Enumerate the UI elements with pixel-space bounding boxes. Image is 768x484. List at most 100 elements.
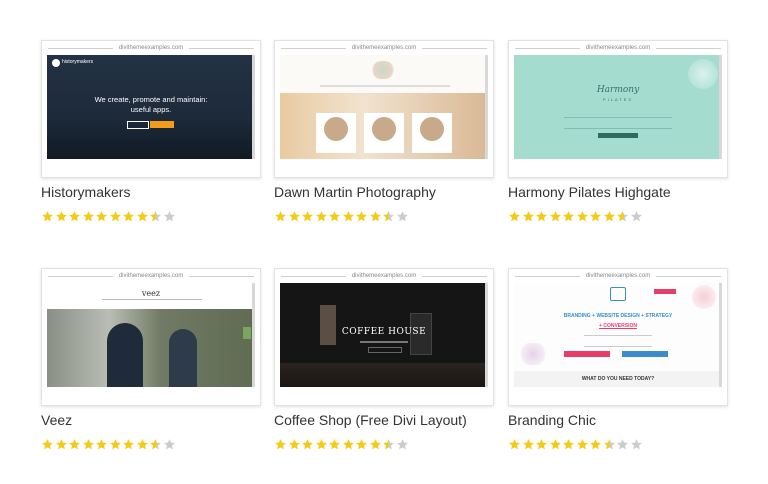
theme-card-coffee-shop[interactable]: divithemeexamples.com COFFEE HOUSE Coffe… xyxy=(274,268,496,450)
star-rating xyxy=(41,210,176,223)
preview-scrollbar xyxy=(719,55,722,159)
theme-preview-frame[interactable]: divithemeexamples.com veez xyxy=(41,268,261,406)
preview-url: divithemeexamples.com xyxy=(351,45,417,51)
star-filled-icon xyxy=(41,210,54,223)
star-half-icon xyxy=(382,438,395,451)
star-filled-icon xyxy=(562,438,575,451)
star-empty-icon xyxy=(163,210,176,223)
star-filled-icon xyxy=(522,438,535,451)
theme-title[interactable]: Veez xyxy=(41,412,72,428)
star-filled-icon xyxy=(95,210,108,223)
preview-screenshot: Harmony PILATES xyxy=(514,55,722,159)
preview-headline: BRANDING + WEBSITE DESIGN + STRATEGY xyxy=(563,313,673,319)
preview-url: divithemeexamples.com xyxy=(118,45,184,51)
preview-scrollbar xyxy=(485,55,488,159)
star-filled-icon xyxy=(603,210,616,223)
preview-headline: We create, promote and maintain: useful … xyxy=(94,95,208,114)
star-filled-icon xyxy=(342,210,355,223)
floral-logo-icon xyxy=(370,61,396,79)
star-empty-icon xyxy=(396,438,409,451)
star-filled-icon xyxy=(82,438,95,451)
star-half-icon xyxy=(603,438,616,451)
browser-bar: divithemeexamples.com xyxy=(275,269,493,283)
star-filled-icon xyxy=(549,210,562,223)
theme-preview-frame[interactable]: divithemeexamples.com Harmony PILATES xyxy=(508,40,728,178)
theme-card-historymakers[interactable]: divithemeexamples.com historymakers We c… xyxy=(41,40,263,222)
theme-card-veez[interactable]: divithemeexamples.com veez Veez xyxy=(41,268,263,450)
theme-card-dawn-martin[interactable]: divithemeexamples.com Dawn Martin Photog… xyxy=(274,40,496,222)
theme-title[interactable]: Coffee Shop (Free Divi Layout) xyxy=(274,412,467,428)
star-filled-icon xyxy=(122,438,135,451)
theme-preview-frame[interactable]: divithemeexamples.com historymakers We c… xyxy=(41,40,261,178)
preview-scrollbar xyxy=(485,283,488,387)
star-filled-icon xyxy=(562,210,575,223)
preview-scrollbar xyxy=(252,283,255,387)
star-rating xyxy=(41,438,176,451)
star-filled-icon xyxy=(68,210,81,223)
preview-button-blue xyxy=(622,351,668,357)
theme-title[interactable]: Harmony Pilates Highgate xyxy=(508,184,671,200)
star-rating xyxy=(508,438,643,451)
star-filled-icon xyxy=(274,210,287,223)
theme-title[interactable]: Historymakers xyxy=(41,184,130,200)
star-filled-icon xyxy=(549,438,562,451)
coffee-bag-shape xyxy=(320,305,336,345)
side-tab xyxy=(243,327,251,339)
preview-url: divithemeexamples.com xyxy=(585,45,651,51)
star-half-icon xyxy=(149,210,162,223)
preview-screenshot: veez xyxy=(47,283,255,387)
flower-decoration xyxy=(690,285,718,309)
star-filled-icon xyxy=(109,210,122,223)
star-rating xyxy=(508,210,643,223)
star-empty-icon xyxy=(630,438,643,451)
star-filled-icon xyxy=(315,210,328,223)
star-filled-icon xyxy=(41,438,54,451)
star-filled-icon xyxy=(576,438,589,451)
browser-bar: divithemeexamples.com xyxy=(509,41,727,55)
preview-headline-accent: + CONVERSION xyxy=(599,323,637,329)
star-filled-icon xyxy=(288,438,301,451)
star-filled-icon xyxy=(274,438,287,451)
star-filled-icon xyxy=(288,210,301,223)
star-half-icon xyxy=(382,210,395,223)
star-filled-icon xyxy=(508,210,521,223)
star-filled-icon xyxy=(136,438,149,451)
browser-bar: divithemeexamples.com xyxy=(42,41,260,55)
star-filled-icon xyxy=(589,210,602,223)
preview-brand-subtitle: PILATES xyxy=(602,97,634,102)
logo-icon xyxy=(52,59,60,67)
theme-preview-frame[interactable]: divithemeexamples.com BRANDING + WEBSITE… xyxy=(508,268,728,406)
preview-button-orange xyxy=(150,121,174,128)
star-filled-icon xyxy=(315,438,328,451)
preview-url: divithemeexamples.com xyxy=(351,273,417,279)
star-filled-icon xyxy=(82,210,95,223)
star-filled-icon xyxy=(535,438,548,451)
theme-preview-frame[interactable]: divithemeexamples.com xyxy=(274,40,494,178)
preview-footer: WHAT DO YOU NEED TODAY? xyxy=(514,371,722,387)
star-rating xyxy=(274,210,409,223)
person-figure xyxy=(169,329,197,387)
star-filled-icon xyxy=(136,210,149,223)
theme-card-branding-chic[interactable]: divithemeexamples.com BRANDING + WEBSITE… xyxy=(508,268,730,450)
star-filled-icon xyxy=(55,438,68,451)
theme-title[interactable]: Branding Chic xyxy=(508,412,596,428)
star-filled-icon xyxy=(328,210,341,223)
star-filled-icon xyxy=(355,210,368,223)
star-filled-icon xyxy=(328,438,341,451)
preview-screenshot: historymakers We create, promote and mai… xyxy=(47,55,255,159)
star-filled-icon xyxy=(508,438,521,451)
star-rating xyxy=(274,438,409,451)
preview-screenshot xyxy=(280,55,488,159)
preview-logo-text: veez xyxy=(141,289,161,298)
star-half-icon xyxy=(616,210,629,223)
preview-button xyxy=(598,133,638,138)
theme-preview-frame[interactable]: divithemeexamples.com COFFEE HOUSE xyxy=(274,268,494,406)
desk-decoration xyxy=(518,343,548,365)
star-empty-icon xyxy=(396,210,409,223)
preview-button xyxy=(368,347,402,353)
preview-scrollbar xyxy=(719,283,722,387)
theme-card-harmony-pilates[interactable]: divithemeexamples.com Harmony PILATES Ha… xyxy=(508,40,730,222)
star-filled-icon xyxy=(522,210,535,223)
theme-title[interactable]: Dawn Martin Photography xyxy=(274,184,436,200)
preview-screenshot: BRANDING + WEBSITE DESIGN + STRATEGY + C… xyxy=(514,283,722,387)
